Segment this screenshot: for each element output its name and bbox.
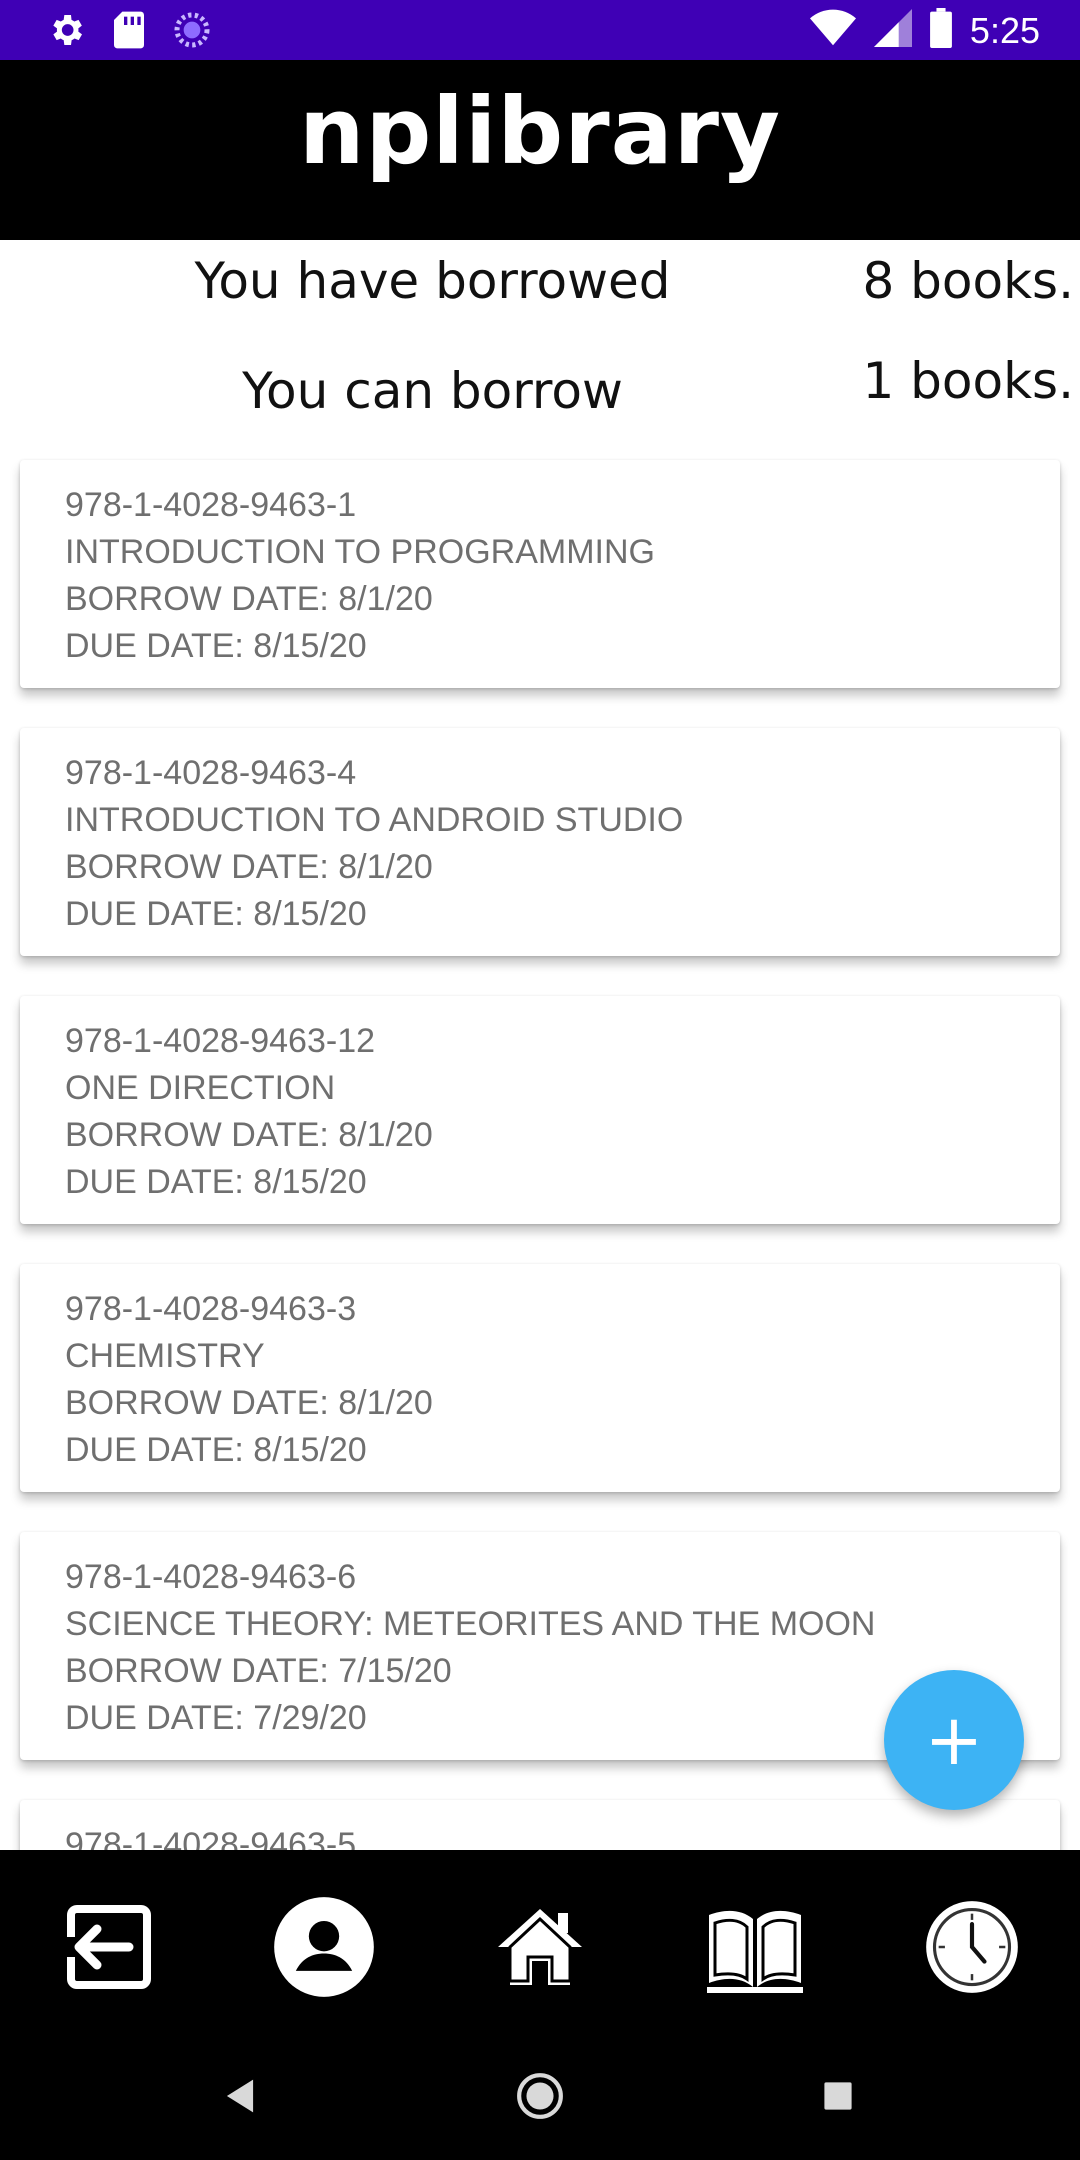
bottom-navigation — [0, 1850, 1080, 2040]
book-title: ONE DIRECTION — [65, 1069, 336, 1107]
book-title: CHEMISTRY — [65, 1337, 265, 1375]
status-icons-left — [46, 10, 212, 55]
nav-home[interactable] — [485, 1894, 595, 2004]
borrowed-books-list[interactable]: 978-1-4028-9463-1 INTRODUCTION TO PROGRA… — [0, 448, 1080, 1850]
borrowed-label: You have borrowed — [194, 252, 671, 310]
system-navigation-bar — [0, 2040, 1080, 2160]
status-time: 5:25 — [969, 9, 1040, 51]
book-card[interactable]: 978-1-4028-9463-12 ONE DIRECTION BORROW … — [20, 996, 1060, 1224]
plus-icon: + — [924, 1699, 984, 1781]
gear-icon — [46, 10, 86, 55]
nav-history[interactable] — [917, 1894, 1027, 2004]
nav-profile[interactable] — [269, 1894, 379, 2004]
cell-signal-icon — [873, 8, 912, 53]
logout-icon — [61, 1899, 157, 2000]
borrowed-summary: You have borrowed 8 books. — [0, 252, 1080, 332]
can-borrow-summary: You can borrow 1 books. — [0, 352, 1080, 442]
nav-books[interactable] — [700, 1894, 810, 2004]
book-card[interactable]: 978-1-4028-9463-4 INTRODUCTION TO ANDROI… — [20, 728, 1060, 956]
home-circle-icon — [515, 2071, 565, 2126]
book-isbn: 978-1-4028-9463-1 — [65, 486, 357, 524]
profile-icon — [272, 1895, 376, 2004]
can-borrow-label: You can borrow — [242, 362, 623, 420]
book-card[interactable]: 978-1-4028-9463-5 — [20, 1800, 1060, 1850]
clock-icon — [922, 1897, 1022, 2002]
system-recents-button[interactable] — [808, 2068, 868, 2128]
system-back-button[interactable] — [210, 2068, 270, 2128]
book-due-date: DUE DATE: 8/15/20 — [65, 627, 367, 665]
book-isbn: 978-1-4028-9463-12 — [65, 1022, 376, 1060]
book-isbn: 978-1-4028-9463-3 — [65, 1290, 357, 1328]
book-icon — [703, 1899, 807, 2000]
status-bar: 5:25 — [0, 0, 1080, 60]
book-isbn: 978-1-4028-9463-6 — [65, 1558, 357, 1596]
nav-logout[interactable] — [54, 1894, 164, 2004]
add-book-button[interactable]: + — [884, 1670, 1024, 1810]
book-card[interactable]: 978-1-4028-9463-1 INTRODUCTION TO PROGRA… — [20, 460, 1060, 688]
sd-card-icon — [112, 10, 146, 55]
status-icons-right: 5:25 — [809, 8, 1040, 53]
book-isbn: 978-1-4028-9463-5 — [65, 1826, 357, 1850]
book-due-date: DUE DATE: 8/15/20 — [65, 895, 367, 933]
borrowed-count: 8 books. — [862, 252, 1074, 310]
wifi-icon — [809, 8, 856, 53]
app-bar: nplibrary — [0, 60, 1080, 240]
book-card[interactable]: 978-1-4028-9463-3 CHEMISTRY BORROW DATE:… — [20, 1264, 1060, 1492]
home-icon — [492, 1899, 588, 2000]
battery-icon — [930, 8, 952, 53]
can-borrow-count: 1 books. — [862, 352, 1074, 410]
recents-square-icon — [821, 2079, 855, 2118]
system-home-button[interactable] — [510, 2068, 570, 2128]
back-triangle-icon — [223, 2078, 257, 2119]
book-isbn: 978-1-4028-9463-4 — [65, 754, 357, 792]
book-title: INTRODUCTION TO PROGRAMMING — [65, 533, 655, 571]
book-title: SCIENCE THEORY: METEORITES AND THE MOON — [65, 1605, 876, 1643]
book-borrow-date: BORROW DATE: 8/1/20 — [65, 1384, 433, 1422]
screen: 5:25 nplibrary You have borrowed 8 books… — [0, 0, 1080, 2160]
book-borrow-date: BORROW DATE: 8/1/20 — [65, 848, 433, 886]
book-title: INTRODUCTION TO ANDROID STUDIO — [65, 801, 684, 839]
book-borrow-date: BORROW DATE: 8/1/20 — [65, 1116, 433, 1154]
app-title: nplibrary — [298, 78, 782, 185]
book-borrow-date: BORROW DATE: 8/1/20 — [65, 580, 433, 618]
book-due-date: DUE DATE: 8/15/20 — [65, 1163, 367, 1201]
book-due-date: DUE DATE: 8/15/20 — [65, 1431, 367, 1469]
sync-icon — [172, 10, 212, 55]
